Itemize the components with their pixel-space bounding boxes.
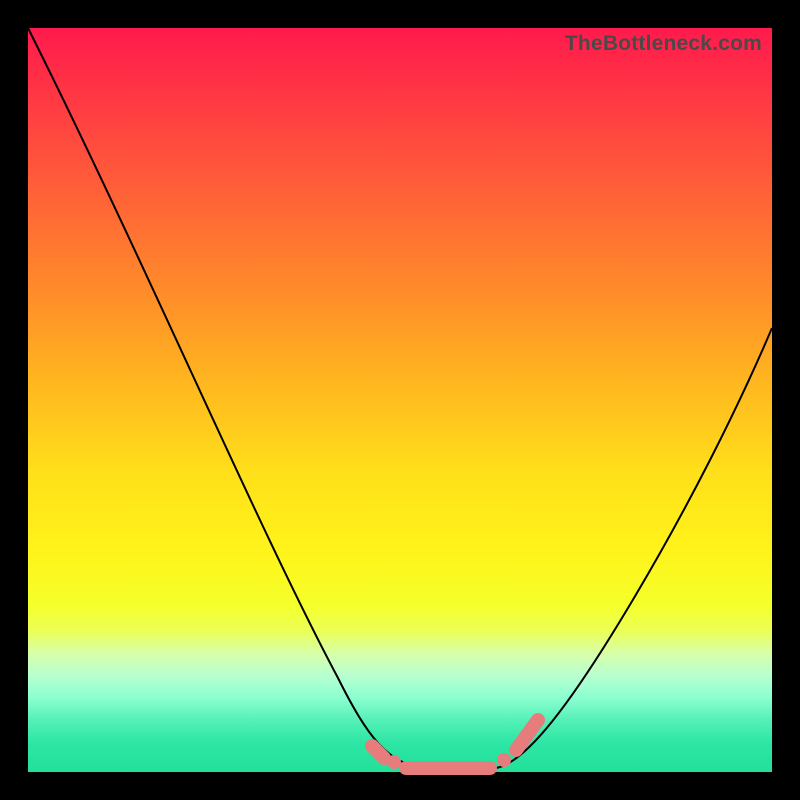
chart-overlay — [28, 28, 772, 772]
marker-left-tick — [372, 746, 384, 758]
marker-right-tick — [516, 720, 538, 750]
chart-plot-area: TheBottleneck.com — [28, 28, 772, 772]
marker-dot-left — [387, 755, 401, 769]
chart-frame: TheBottleneck.com — [0, 0, 800, 800]
marker-dot-right — [497, 753, 511, 767]
bottleneck-curve — [28, 28, 772, 771]
